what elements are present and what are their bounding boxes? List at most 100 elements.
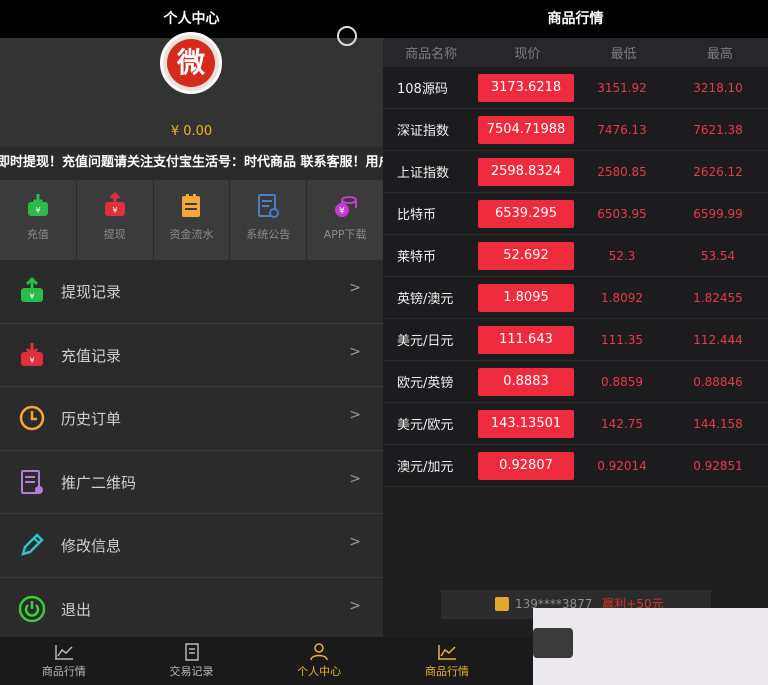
tab-label: 商品行情: [41, 665, 86, 678]
announcement-icon: [258, 194, 280, 218]
low-price: 2580.85: [597, 164, 647, 179]
low-price: 6503.95: [597, 206, 647, 221]
current-price: 7504.71988: [478, 115, 574, 144]
tab-label: 交易记录: [169, 665, 214, 678]
product-name: 深证指数: [397, 124, 450, 139]
tab-market[interactable]: 商品行情: [0, 637, 128, 685]
low-price: 7476.13: [597, 122, 647, 137]
high-price: 1.82455: [693, 290, 743, 305]
menu-promo-qrcode[interactable]: 推广二维码 >: [0, 450, 383, 514]
column-header: 最低: [610, 47, 637, 62]
column-header: 最高: [706, 47, 733, 62]
current-price: 52.692: [478, 241, 574, 270]
table-row[interactable]: 英镑/澳元 1.8095 1.8092 1.82455: [383, 277, 768, 319]
withdraw-record-icon: ¥: [21, 277, 43, 302]
tab-profile[interactable]: 个人中心: [255, 637, 383, 685]
chevron-right-icon: >: [349, 280, 361, 296]
quick-app-download-button[interactable]: ¥ APP下载: [307, 180, 383, 260]
menu-logout[interactable]: 退出 >: [0, 577, 383, 641]
product-name: 澳元/加元: [397, 460, 454, 475]
column-header: 商品名称: [405, 47, 458, 62]
current-price: 6539.295: [478, 199, 574, 228]
tab-market[interactable]: 商品行情: [417, 637, 477, 679]
current-price: 0.92807: [478, 451, 574, 480]
table-row[interactable]: 深证指数 7504.71988 7476.13 7621.38: [383, 109, 768, 151]
chart-icon: [438, 645, 456, 660]
logo-icon: 微: [167, 39, 215, 87]
menu-withdraw-record[interactable]: ¥ 提现记录 >: [0, 260, 383, 324]
notice-marquee: 即时提现！充值问题请关注支付宝生活号：时代商品 联系客服！用户: [0, 147, 383, 178]
table-row[interactable]: 上证指数 2598.8324 2580.85 2626.12: [383, 151, 768, 193]
high-price: 53.54: [700, 248, 736, 263]
withdraw-icon: ¥: [104, 192, 125, 216]
settings-icon[interactable]: [337, 26, 357, 46]
high-price: 6599.99: [693, 206, 743, 221]
redacted-overlay: [533, 628, 573, 658]
quick-deposit-button[interactable]: ¥ 充值: [0, 180, 77, 260]
high-price: 0.92851: [693, 458, 743, 473]
balance-text: ¥ 0.00: [170, 124, 213, 139]
table-row[interactable]: 美元/日元 111.643 111.35 112.444: [383, 319, 768, 361]
table-row[interactable]: 比特币 6539.295 6503.95 6599.99: [383, 193, 768, 235]
deposit-record-icon: ¥: [21, 342, 43, 366]
menu-history-orders[interactable]: 历史订单 >: [0, 387, 383, 451]
svg-text:¥: ¥: [112, 206, 117, 215]
chevron-right-icon: >: [349, 470, 361, 487]
low-price: 111.35: [601, 332, 643, 347]
deposit-icon: ¥: [27, 194, 48, 216]
low-price: 3151.92: [597, 80, 647, 95]
page-title: 商品行情: [383, 0, 768, 38]
svg-text:¥: ¥: [339, 207, 345, 217]
low-price: 1.8092: [601, 290, 643, 305]
chevron-right-icon: >: [349, 534, 361, 550]
product-name: 英镑/澳元: [397, 292, 454, 307]
quick-label: 系统公告: [246, 228, 291, 241]
menu-label: 提现记录: [61, 283, 122, 301]
table-row[interactable]: 莱特币 52.692 52.3 53.54: [383, 235, 768, 277]
low-price: 142.75: [601, 416, 643, 431]
product-name: 美元/欧元: [397, 418, 454, 433]
table-row[interactable]: 欧元/英镑 0.8883 0.8859 0.88846: [383, 361, 768, 403]
bottom-tabbar: 商品行情 交易记录 个人中心: [0, 637, 383, 685]
quote-table: 108源码 3173.6218 3151.92 3218.10 深证指数 750…: [383, 67, 768, 487]
qrcode-doc-icon: [21, 469, 43, 494]
quick-ledger-button[interactable]: 资金流水: [154, 180, 231, 260]
current-price: 143.13501: [478, 409, 574, 438]
market-screen: 商品行情 商品名称 现价 最低 最高 108源码 3173.6218 3151.…: [383, 0, 768, 685]
current-price: 0.8883: [478, 367, 574, 396]
current-price: 2598.8324: [478, 157, 574, 186]
menu-label: 充值记录: [61, 346, 122, 365]
tab-trade-records[interactable]: 交易记录: [128, 637, 256, 685]
table-row[interactable]: 澳元/加元 0.92807 0.92014 0.92851: [383, 445, 768, 487]
product-name: 108源码: [397, 82, 448, 97]
notice-text: 即时提现！充值问题请关注支付宝生活号：时代商品 联系客服！用户: [0, 155, 383, 170]
table-row[interactable]: 108源码 3173.6218 3151.92 3218.10: [383, 67, 768, 109]
table-header: 商品名称 现价 最低 最高: [383, 38, 768, 67]
menu-list: ¥ 提现记录 > ¥ 充值记录 > 历史订单 > 推广二维码 > 修改信息 > …: [0, 260, 383, 641]
menu-deposit-record[interactable]: ¥ 充值记录 >: [0, 323, 383, 387]
profile-screen: 个人中心 微 ¥ 0.00 即时提现！充值问题请关注支付宝生活号：时代商品 联系…: [0, 0, 383, 685]
svg-text:¥: ¥: [29, 356, 34, 365]
quick-announcement-button[interactable]: 系统公告: [230, 180, 308, 260]
chart-icon: [54, 645, 73, 660]
avatar[interactable]: 微: [160, 32, 222, 94]
menu-edit-info[interactable]: 修改信息 >: [0, 514, 383, 578]
quick-label: 提现: [103, 228, 126, 241]
svg-text:¥: ¥: [29, 292, 34, 301]
high-price: 2626.12: [693, 164, 743, 179]
clock-icon: [19, 405, 45, 431]
high-price: 144.158: [693, 416, 743, 431]
chevron-right-icon: >: [349, 407, 361, 423]
low-price: 0.92014: [597, 458, 647, 473]
product-name: 上证指数: [397, 166, 450, 181]
svg-text:¥: ¥: [35, 206, 40, 215]
current-price: 111.643: [478, 325, 574, 354]
records-icon: [184, 643, 199, 661]
quick-withdraw-button[interactable]: ¥ 提现: [77, 180, 154, 260]
table-row[interactable]: 美元/欧元 143.13501 142.75 144.158: [383, 403, 768, 445]
product-name: 比特币: [397, 208, 437, 223]
menu-label: 历史订单: [61, 410, 122, 428]
coins-icon: ¥: [335, 196, 358, 217]
current-price: 1.8095: [478, 283, 574, 312]
tab-label: 商品行情: [425, 665, 469, 678]
